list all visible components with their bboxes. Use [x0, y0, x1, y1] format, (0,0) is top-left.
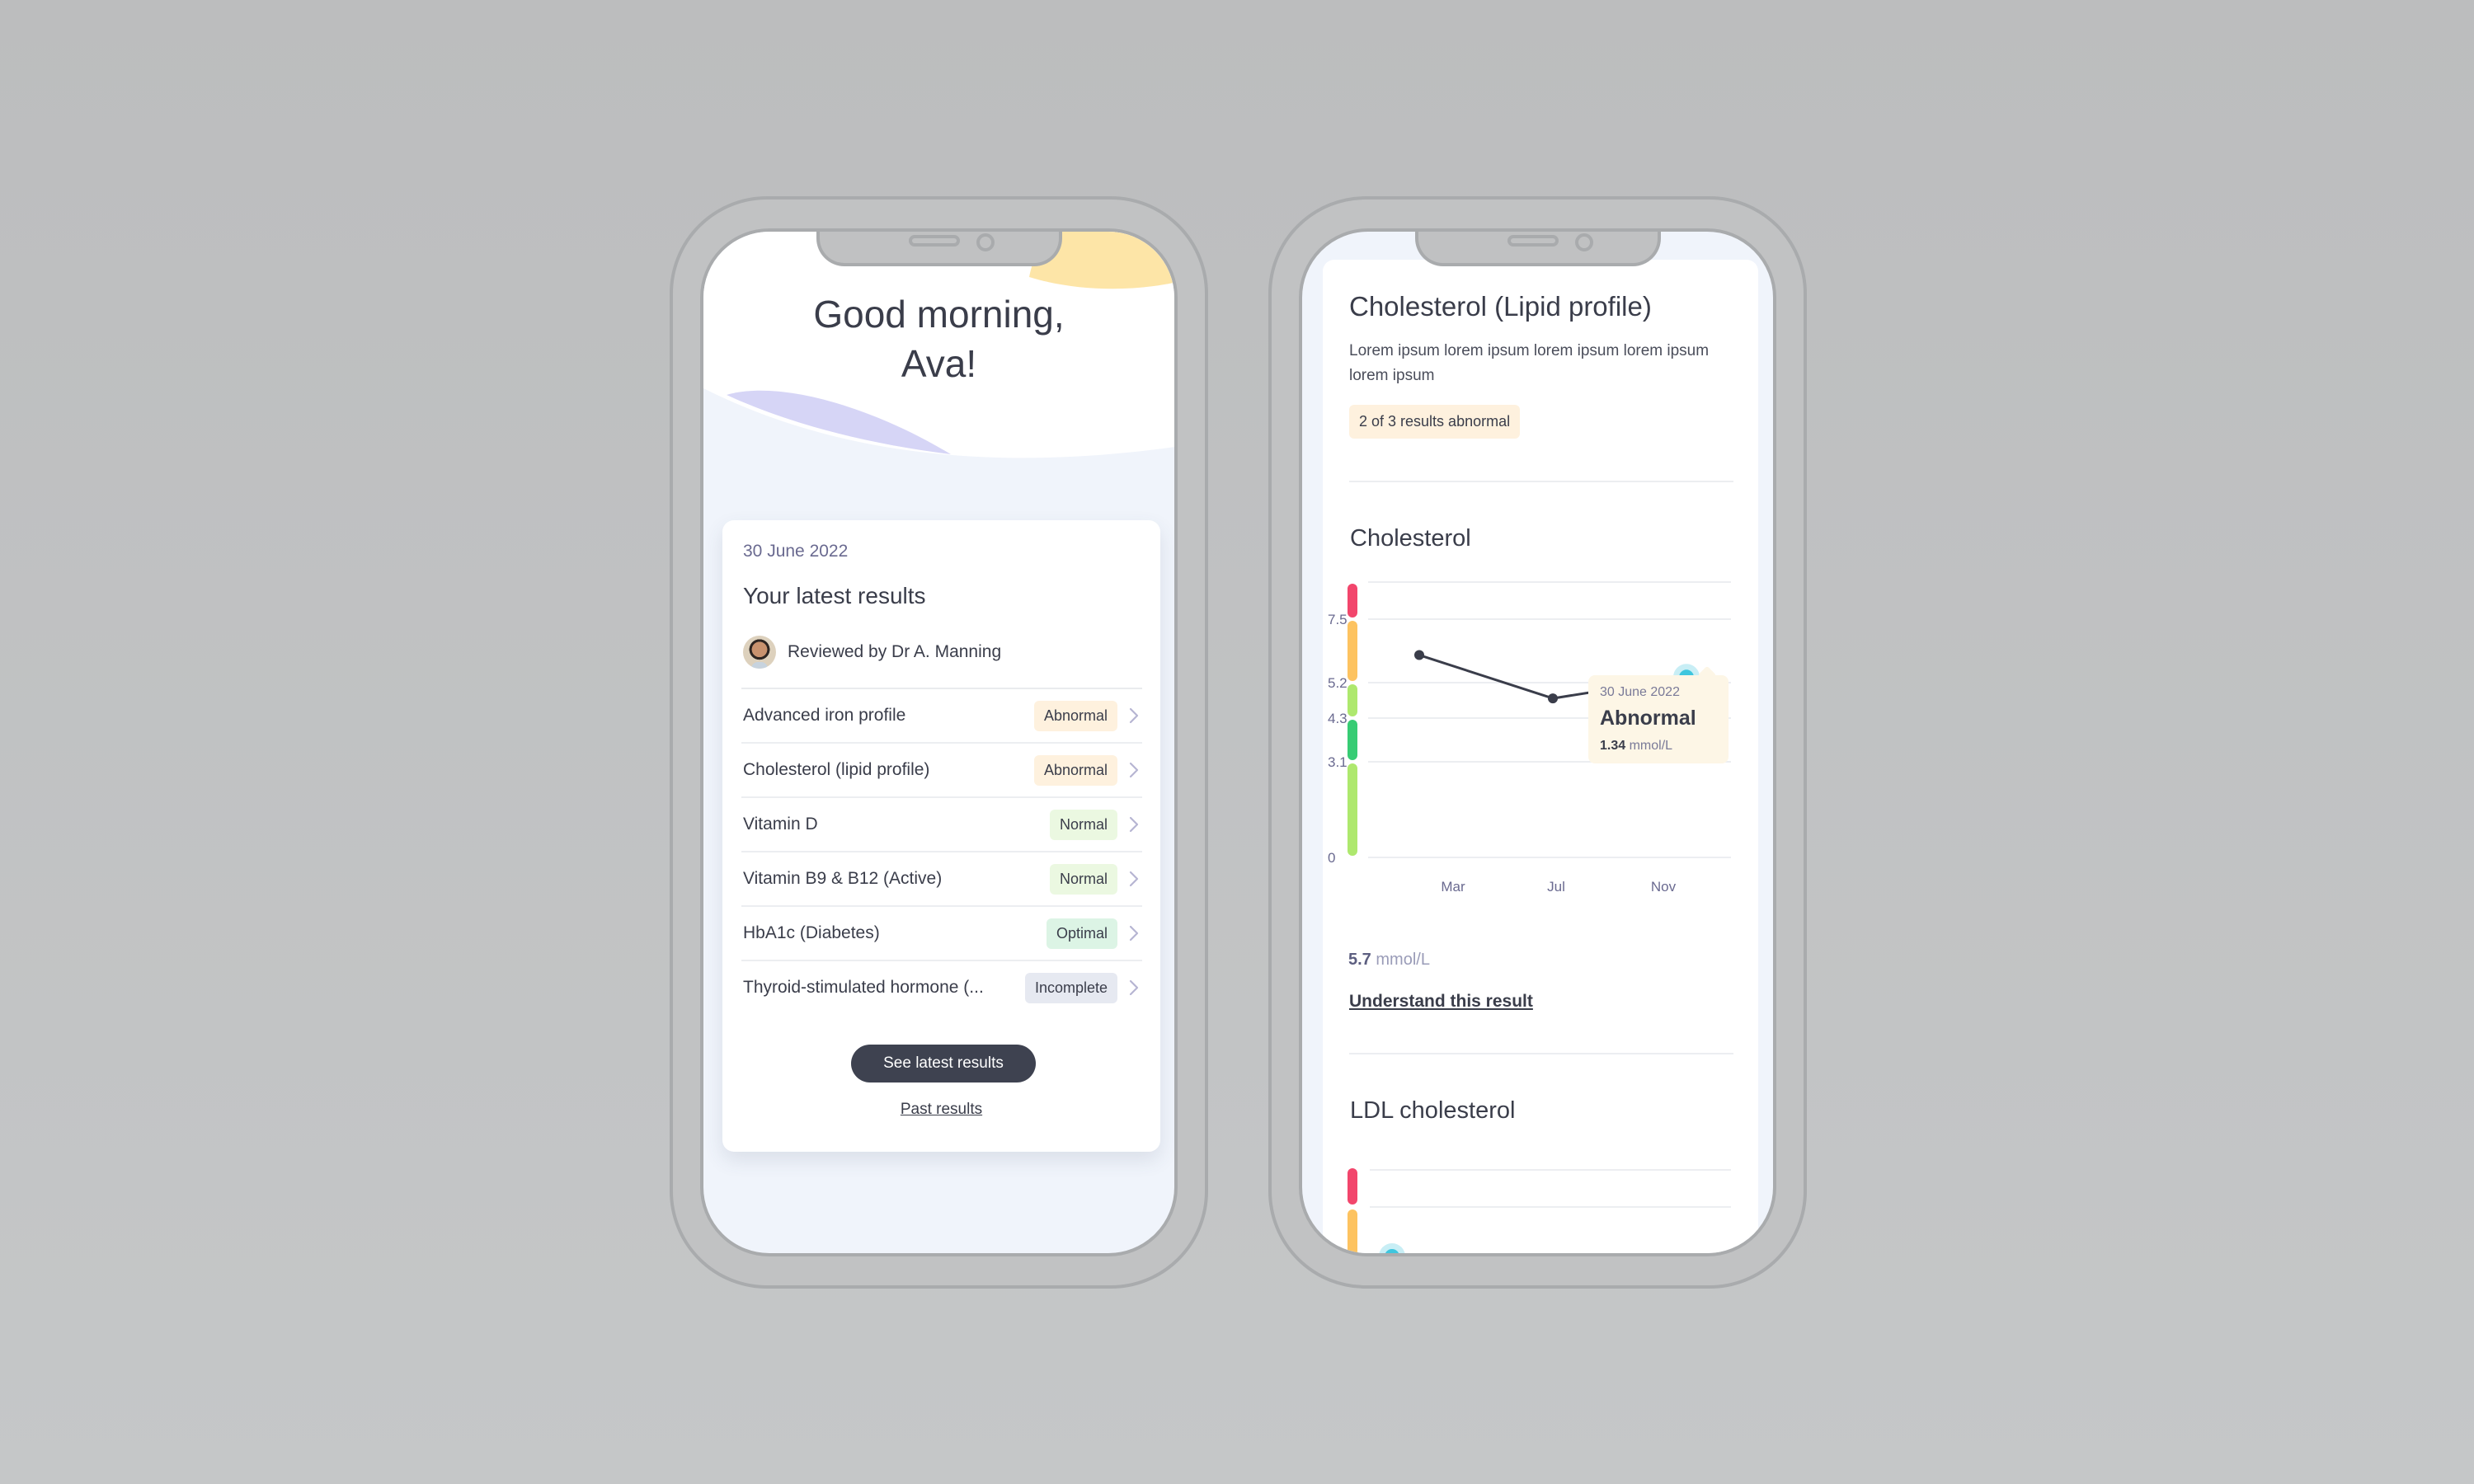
range-band-ok: [1348, 684, 1357, 716]
greeting-line-2: Ava!: [901, 342, 977, 385]
reading-value: 5.7: [1348, 951, 1371, 969]
greeting-line-1: Good morning,: [813, 293, 1065, 336]
reading-unit: mmol/L: [1376, 951, 1430, 969]
hero-header: Good morning, Ava!: [703, 232, 1174, 504]
detail-card: Cholesterol (Lipid profile) Lorem ipsum …: [1323, 260, 1758, 1253]
x-tick-label: Mar: [1441, 879, 1465, 895]
result-row[interactable]: Vitamin B9 & B12 (Active) Normal: [741, 852, 1142, 907]
greeting-heading: Good morning, Ava!: [703, 289, 1174, 388]
status-badge: Optimal: [1046, 918, 1117, 949]
results-title: Your latest results: [743, 583, 926, 608]
x-tick-label: Jul: [1547, 879, 1565, 895]
chevron-right-icon: [1129, 925, 1139, 942]
result-name: Vitamin D: [743, 815, 818, 834]
result-row[interactable]: Thyroid-stimulated hormone (... Incomplet…: [741, 961, 1142, 1014]
tooltip-status: Abnormal: [1600, 707, 1696, 730]
result-name: HbA1c (Diabetes): [743, 923, 880, 942]
y-tick-label: 4.3: [1328, 711, 1348, 726]
phone-frame-detail: Cholesterol (Lipid profile) Lorem ipsum …: [1268, 196, 1807, 1289]
range-band-warning: [1348, 621, 1357, 681]
result-row[interactable]: Cholesterol (lipid profile) Abnormal: [741, 744, 1142, 798]
result-name: Cholesterol (lipid profile): [743, 760, 930, 779]
doctor-avatar: [743, 636, 776, 669]
range-band-danger: [1348, 584, 1357, 618]
detail-screen: Cholesterol (Lipid profile) Lorem ipsum …: [1299, 228, 1776, 1256]
status-badge: Incomplete: [1024, 972, 1117, 1003]
detail-description: Lorem ipsum lorem ipsum lorem ipsum lore…: [1349, 342, 1710, 384]
phone-notch: [816, 232, 1062, 266]
range-band-danger: [1348, 1168, 1357, 1205]
cholesterol-section-title: Cholesterol: [1350, 525, 1471, 552]
reviewer: Reviewed by Dr A. Manning: [743, 636, 1001, 669]
result-row[interactable]: Advanced iron profile Abnormal: [741, 689, 1142, 744]
status-badge: Normal: [1049, 809, 1117, 840]
speaker-icon: [1507, 235, 1559, 247]
tooltip-value-number: 1.34: [1600, 739, 1626, 753]
y-tick-label: 5.2: [1328, 675, 1348, 691]
result-row[interactable]: HbA1c (Diabetes) Optimal: [741, 907, 1142, 961]
chevron-right-icon: [1129, 871, 1139, 887]
tooltip-date: 30 June 2022: [1600, 685, 1680, 699]
range-band-warning: [1348, 1209, 1357, 1253]
results-date: 30 June 2022: [743, 542, 849, 561]
result-row[interactable]: Vitamin D Normal: [741, 798, 1142, 852]
range-band-ok: [1348, 763, 1357, 856]
reviewer-name: Reviewed by Dr A. Manning: [788, 642, 1002, 661]
result-name: Thyroid-stimulated hormone (...: [743, 978, 984, 997]
understand-result-link[interactable]: Understand this result: [1349, 992, 1533, 1012]
ldl-chart: 3.4 30 June 2022: [1323, 1142, 1758, 1253]
series-line-segment: [1418, 654, 1554, 700]
y-tick-label: 0: [1328, 850, 1335, 866]
ldl-section-title: LDL cholesterol: [1350, 1097, 1516, 1124]
tooltip-value: 1.34 mmol/L: [1600, 739, 1717, 754]
home-screen: Good morning, Ava! 30 June 2022 Your lat…: [700, 228, 1178, 1256]
status-badge: Abnormal: [1033, 700, 1117, 731]
chevron-right-icon: [1129, 762, 1139, 778]
result-name: Advanced iron profile: [743, 706, 906, 725]
y-tick-label: 7.5: [1328, 612, 1348, 627]
data-point: [1548, 693, 1558, 704]
speaker-icon: [908, 235, 960, 247]
data-point: [1414, 650, 1424, 660]
camera-icon: [1574, 233, 1593, 251]
chevron-right-icon: [1129, 979, 1139, 996]
chevron-right-icon: [1129, 816, 1139, 833]
section-divider: [1349, 481, 1733, 482]
result-name: Vitamin B9 & B12 (Active): [743, 869, 943, 888]
status-badge: Abnormal: [1033, 754, 1117, 786]
abnormal-summary-badge: 2 of 3 results abnormal: [1349, 405, 1521, 439]
y-tick-label: 3.1: [1328, 754, 1348, 770]
range-band-optimal: [1348, 720, 1357, 760]
chevron-right-icon: [1129, 707, 1139, 724]
tooltip-value-unit: mmol/L: [1629, 739, 1673, 753]
x-tick-label: Nov: [1651, 879, 1677, 895]
latest-results-card: 30 June 2022 Your latest results Reviewe…: [722, 520, 1160, 1152]
results-list: Advanced iron profile Abnormal Cholesterol…: [741, 688, 1142, 1014]
phone-notch: [1414, 232, 1661, 266]
current-reading: 5.7 mmol/L: [1348, 951, 1430, 970]
status-badge: Normal: [1049, 863, 1117, 895]
detail-title: Cholesterol (Lipid profile): [1349, 291, 1652, 322]
camera-icon: [976, 233, 995, 251]
past-results-link[interactable]: Past results: [722, 1101, 1160, 1119]
cholesterol-chart: 7.5 5.2 4.3 3.1 0 Mar Jul Nov 30 June 2022 Abno…: [1323, 573, 1758, 936]
chart-tooltip: 30 June 2022 Abnormal 1.34 mmol/L: [1588, 675, 1729, 763]
see-latest-results-button[interactable]: See latest results: [851, 1045, 1036, 1082]
phone-frame-home: Good morning, Ava! 30 June 2022 Your lat…: [670, 196, 1208, 1289]
ldl-chart-svg: 3.4: [1348, 1168, 1731, 1253]
section-divider: [1349, 1053, 1733, 1054]
